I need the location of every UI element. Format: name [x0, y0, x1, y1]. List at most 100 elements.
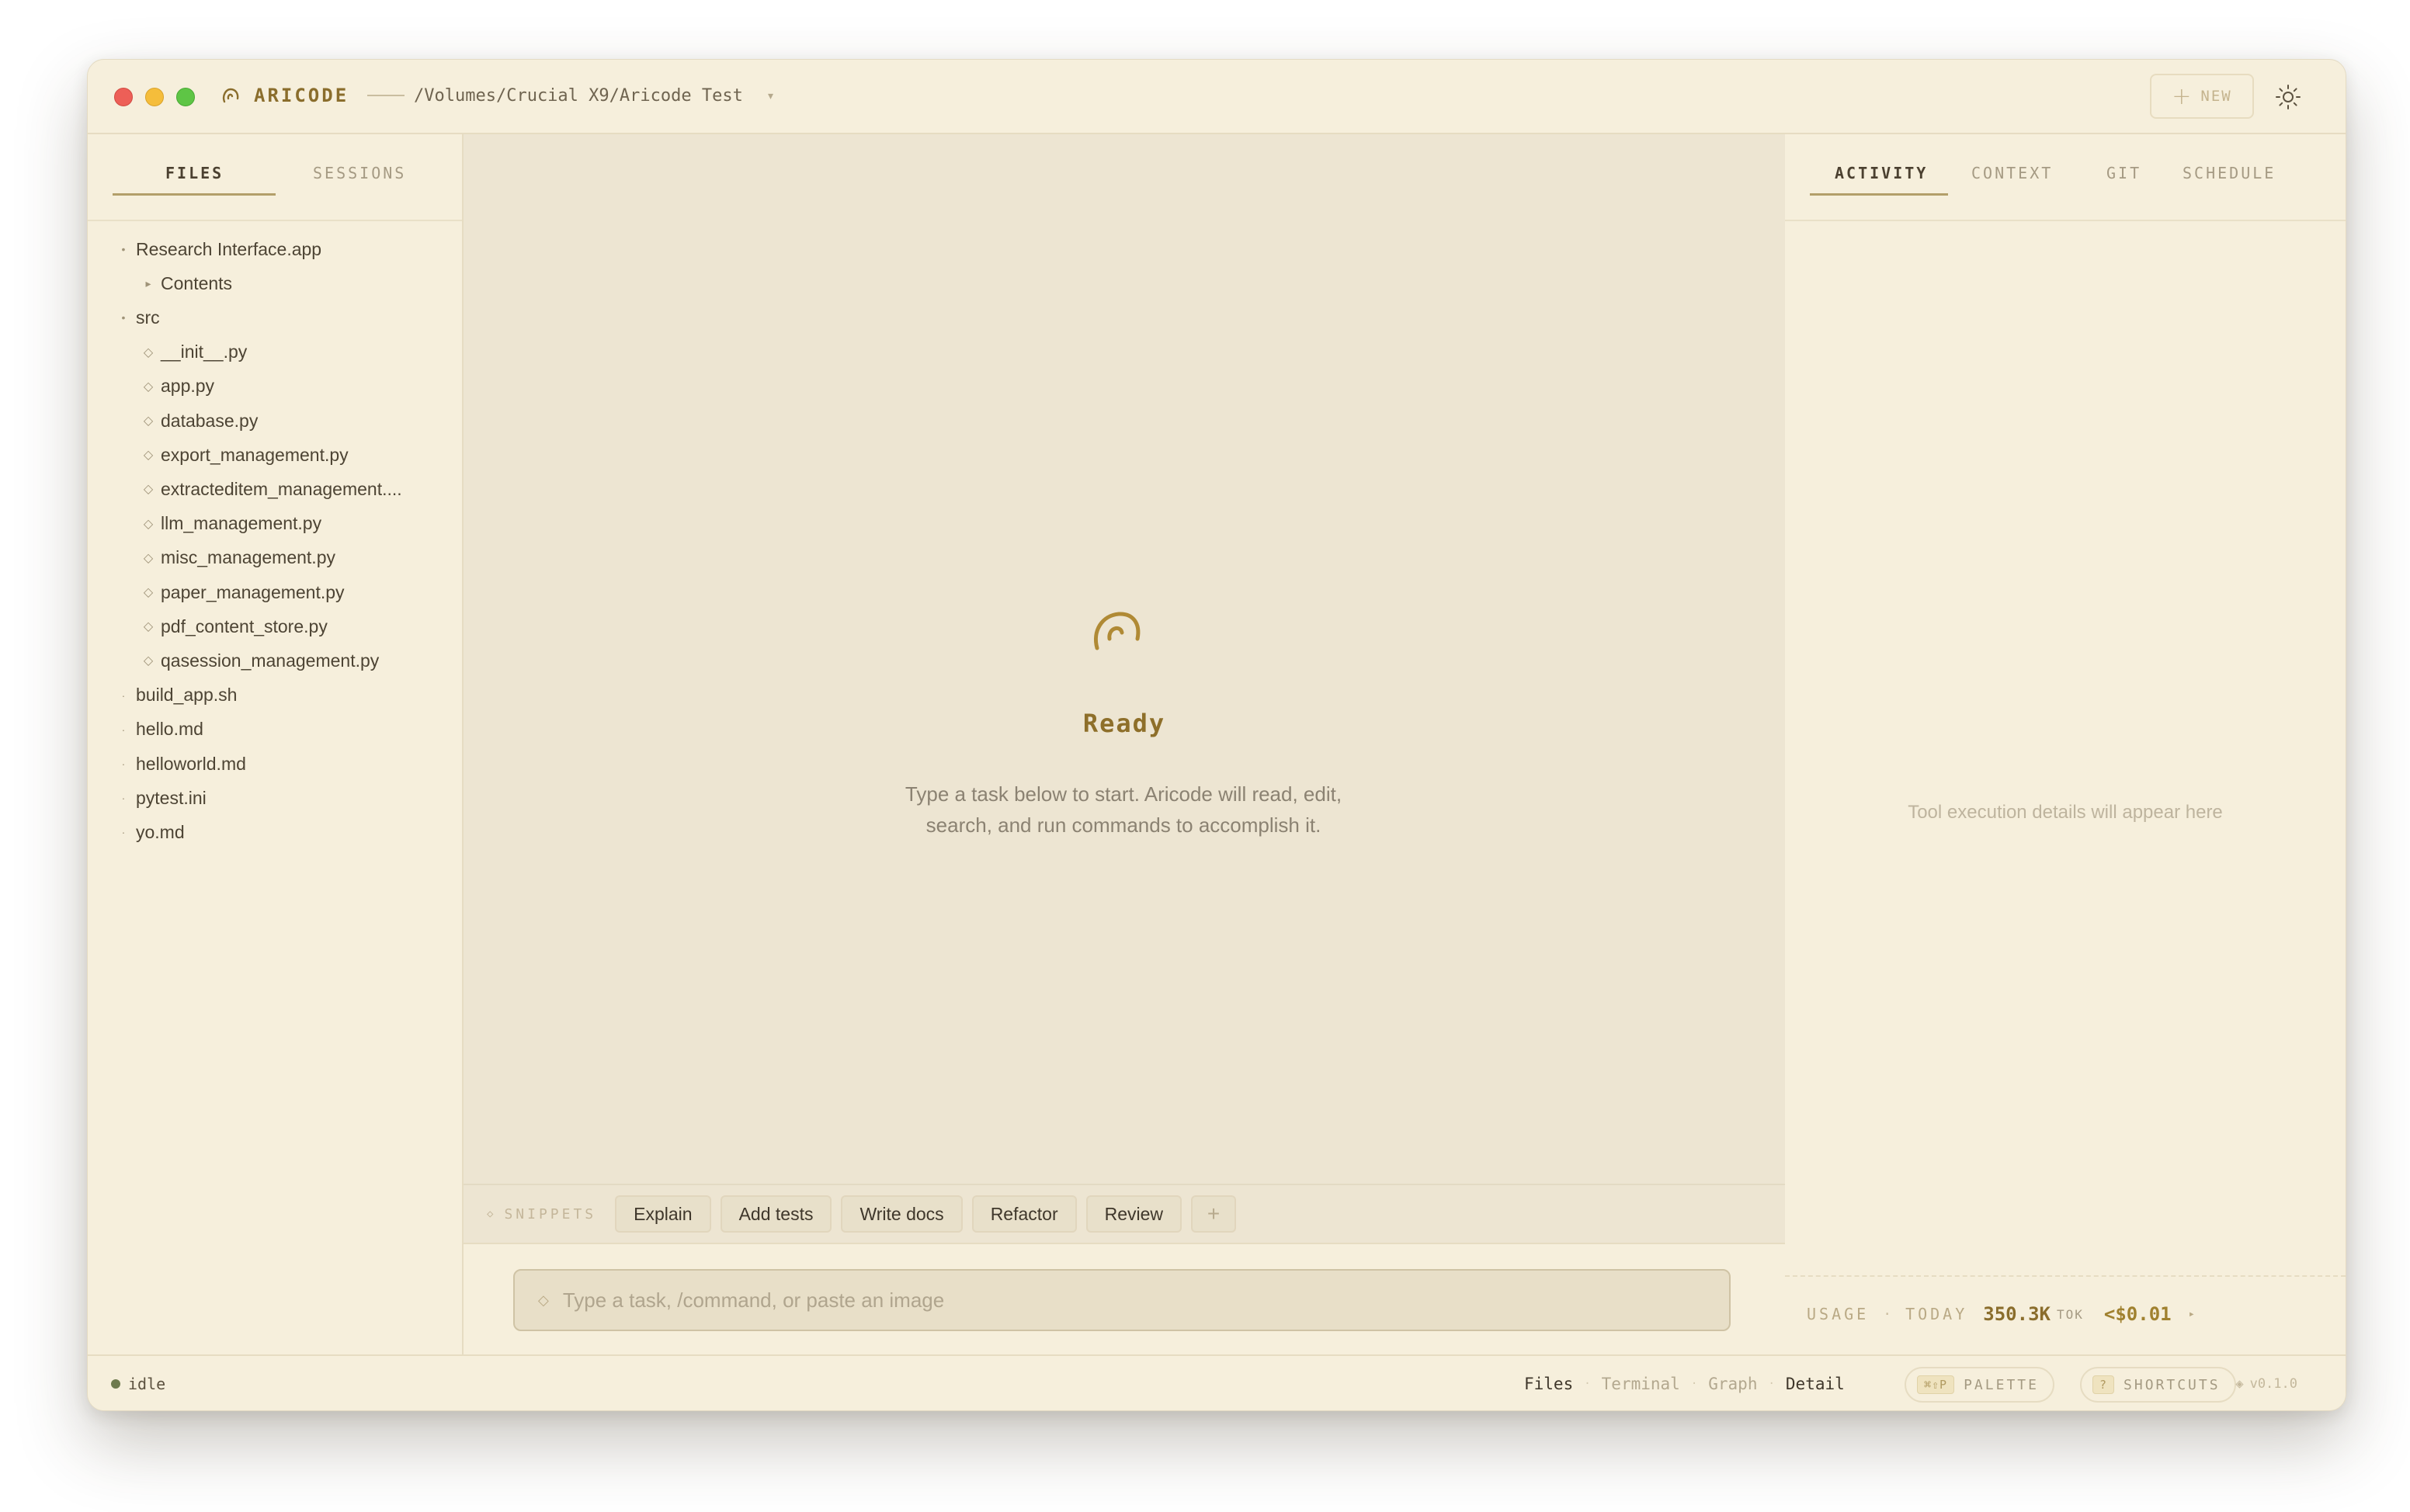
- tree-bullet-icon: ·: [121, 688, 126, 702]
- file-tree-item[interactable]: ◇ misc_management.py: [136, 541, 335, 575]
- file-tree-item[interactable]: ◇ app.py: [136, 369, 214, 404]
- file-diamond-icon: ◇: [143, 380, 154, 394]
- snippets-label-text: SNIPPETS: [504, 1205, 597, 1222]
- view-divider: ·: [1584, 1378, 1591, 1390]
- view-files[interactable]: Files: [1524, 1375, 1573, 1393]
- file-tree-label: hello.md: [136, 719, 203, 740]
- left-sidebar: FILES SESSIONS • Research Interface.app ▸ C…: [88, 134, 464, 1354]
- view-graph[interactable]: Graph: [1708, 1375, 1757, 1393]
- view-terminal[interactable]: Terminal: [1602, 1375, 1680, 1393]
- file-tree-item[interactable]: ◇ pdf_content_store.py: [136, 609, 328, 643]
- file-tree-item[interactable]: ▸ Contents: [136, 266, 232, 300]
- task-input[interactable]: ◇ Type a task, /command, or paste an ima…: [513, 1269, 1731, 1331]
- file-tree-item[interactable]: • src: [111, 300, 160, 335]
- usage-label: USAGE: [1807, 1305, 1870, 1323]
- file-tree-item[interactable]: • Research Interface.app: [111, 232, 322, 266]
- file-diamond-icon: ◇: [143, 449, 154, 463]
- ready-subtitle-line-2: search, and run commands to accomplish i…: [925, 813, 1321, 837]
- left-tabs: FILES SESSIONS: [88, 134, 462, 221]
- path-dropdown-icon[interactable]: ▾: [768, 89, 773, 102]
- minimize-window-button[interactable]: [145, 88, 164, 106]
- brand-divider: [367, 95, 405, 96]
- tab-schedule[interactable]: SCHEDULE: [2183, 164, 2276, 182]
- theme-toggle-sun-icon[interactable]: [2274, 83, 2302, 111]
- file-tree-item[interactable]: · hello.md: [111, 713, 203, 747]
- version-info: ◈ v0.1.0: [2235, 1376, 2297, 1392]
- file-diamond-icon: ◇: [143, 551, 154, 565]
- brand: ARICODE: [218, 83, 405, 108]
- file-tree-item[interactable]: ◇ database.py: [136, 404, 258, 438]
- usage-bar[interactable]: USAGE · TODAY 350.3K TOK <$0.01 ▸: [1785, 1275, 2346, 1351]
- folder-collapsed-icon: ▸: [145, 276, 151, 290]
- active-right-tab-indicator: [1810, 193, 1948, 196]
- file-tree-label: __init__.py: [161, 342, 248, 362]
- file-tree-item[interactable]: ◇ __init__.py: [136, 335, 247, 369]
- file-tree-item[interactable]: ◇ paper_management.py: [136, 575, 345, 609]
- file-tree-item[interactable]: · helloworld.md: [111, 747, 246, 781]
- tab-context[interactable]: CONTEXT: [1971, 164, 2053, 182]
- add-snippet-button[interactable]: +: [1191, 1195, 1237, 1233]
- file-tree-item[interactable]: · build_app.sh: [111, 678, 238, 713]
- palette-button[interactable]: ⌘⇧P PALETTE: [1905, 1367, 2054, 1403]
- file-diamond-icon: ◇: [143, 586, 154, 599]
- file-tree-label: export_management.py: [161, 444, 349, 465]
- status-bar: idle Files · Terminal · Graph · Detail ⌘…: [88, 1354, 2346, 1410]
- status-indicator: idle: [111, 1375, 165, 1393]
- palette-label: PALETTE: [1964, 1376, 2039, 1393]
- file-tree-label: database.py: [161, 410, 259, 431]
- file-tree-label: pdf_content_store.py: [161, 616, 328, 636]
- file-tree-label: yo.md: [136, 821, 185, 842]
- view-switcher: Files · Terminal · Graph · Detail: [1524, 1375, 1845, 1393]
- app-name: ARICODE: [254, 85, 349, 106]
- file-tree-label: app.py: [161, 376, 215, 397]
- palette-shortcut-key: ⌘⇧P: [1917, 1375, 1955, 1394]
- aricode-logo-icon: [222, 88, 239, 103]
- file-diamond-icon: ◇: [143, 414, 154, 428]
- tab-sessions[interactable]: SESSIONS: [313, 164, 406, 182]
- file-tree-item[interactable]: ◇ qasession_management.py: [136, 643, 379, 678]
- file-tree-label: build_app.sh: [136, 685, 238, 706]
- version-diamond-icon: ◈: [2235, 1376, 2244, 1392]
- status-text: idle: [128, 1375, 166, 1393]
- tree-bullet-icon: ·: [121, 792, 126, 805]
- view-detail[interactable]: Detail: [1786, 1375, 1845, 1393]
- view-divider: ·: [1690, 1378, 1698, 1390]
- snippet-refactor-button[interactable]: Refactor: [971, 1195, 1077, 1233]
- file-tree-label: paper_management.py: [161, 581, 345, 602]
- input-diamond-icon: ◇: [538, 1292, 549, 1308]
- file-tree-item[interactable]: ◇ export_management.py: [136, 438, 349, 472]
- usage-cost: <$0.01: [2103, 1303, 2172, 1325]
- tab-files[interactable]: FILES: [165, 164, 224, 182]
- usage-expand-icon[interactable]: ▸: [2189, 1308, 2195, 1320]
- close-window-button[interactable]: [114, 88, 133, 106]
- file-tree-item[interactable]: · pytest.ini: [111, 781, 207, 815]
- file-tree-label: Contents: [161, 272, 233, 293]
- snippet-explain-button[interactable]: Explain: [615, 1195, 711, 1233]
- chat-empty-state: Ready Type a task below to start. Aricod…: [464, 134, 1785, 1184]
- shortcuts-button[interactable]: ? SHORTCUTS: [2080, 1367, 2236, 1403]
- snippets-diamond-icon: ◇: [487, 1208, 497, 1220]
- snippet-write-docs-button[interactable]: Write docs: [841, 1195, 963, 1233]
- plus-icon: +: [2172, 82, 2193, 110]
- file-tree-label: src: [136, 307, 160, 328]
- file-tree-label: extracteditem_management....: [161, 478, 402, 499]
- file-diamond-icon: ◇: [143, 345, 154, 359]
- tab-git[interactable]: GIT: [2106, 164, 2141, 182]
- file-tree-item[interactable]: ◇ llm_management.py: [136, 507, 321, 541]
- maximize-window-button[interactable]: [176, 88, 195, 106]
- ready-title: Ready: [1082, 709, 1166, 738]
- project-path[interactable]: /Volumes/Crucial X9/Aricode Test: [414, 86, 743, 106]
- tab-activity[interactable]: ACTIVITY: [1835, 164, 1928, 182]
- usage-separator: ·: [1883, 1306, 1892, 1323]
- file-tree-label: helloworld.md: [136, 753, 246, 774]
- snippet-review-button[interactable]: Review: [1085, 1195, 1182, 1233]
- file-tree-item[interactable]: · yo.md: [111, 815, 185, 849]
- new-session-button[interactable]: + NEW: [2150, 74, 2254, 119]
- chat-panel: Ready Type a task below to start. Aricod…: [464, 134, 1785, 1354]
- file-tree-item[interactable]: ◇ extracteditem_management....: [136, 472, 402, 506]
- snippet-add-tests-button[interactable]: Add tests: [720, 1195, 832, 1233]
- shortcuts-key: ?: [2092, 1375, 2115, 1394]
- new-session-label: NEW: [2200, 88, 2232, 105]
- app-window: ARICODE /Volumes/Crucial X9/Aricode Test…: [87, 59, 2346, 1411]
- tree-bullet-icon: •: [121, 311, 126, 324]
